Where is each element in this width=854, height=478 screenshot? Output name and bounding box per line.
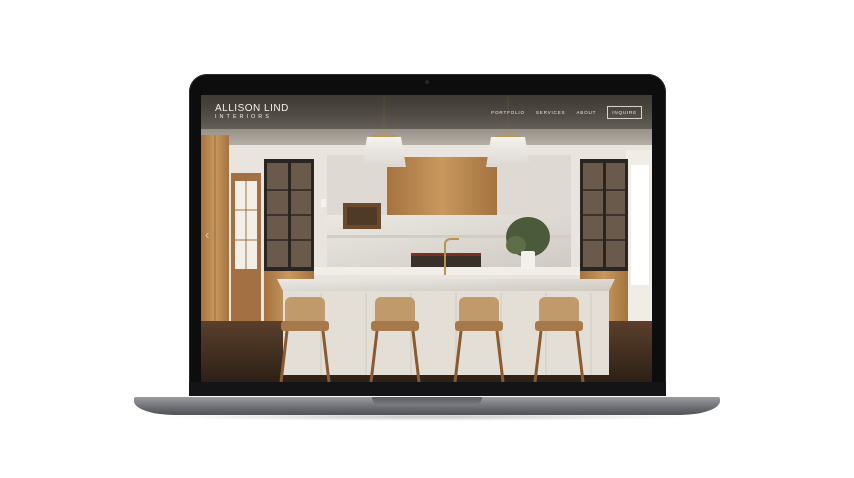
screen-bezel-bottom — [189, 382, 666, 396]
logo-sub-text: INTERIORS — [215, 113, 272, 120]
nav-link-services[interactable]: SERVICES — [536, 110, 566, 115]
logo-main-text: ALLISON LIND — [215, 102, 289, 114]
laptop-mockup: ALLISON LIND INTERIORS PORTFOLIO SERVICE… — [0, 0, 854, 478]
laptop-screen: ALLISON LIND INTERIORS PORTFOLIO SERVICE… — [201, 95, 652, 382]
nav-link-about[interactable]: ABOUT — [576, 110, 596, 115]
main-nav: PORTFOLIO SERVICES ABOUT INQUIRE — [491, 105, 642, 119]
kitchen-hero-image — [201, 95, 652, 382]
site-logo[interactable]: ALLISON LIND INTERIORS — [215, 102, 289, 121]
nav-link-portfolio[interactable]: PORTFOLIO — [491, 110, 525, 115]
inquire-button[interactable]: INQUIRE — [607, 105, 642, 119]
chevron-right-icon[interactable]: › — [644, 227, 648, 242]
laptop-lid: ALLISON LIND INTERIORS PORTFOLIO SERVICE… — [189, 74, 666, 396]
site-header: ALLISON LIND INTERIORS PORTFOLIO SERVICE… — [201, 95, 652, 129]
webcam — [425, 80, 429, 84]
laptop-opening-notch — [372, 397, 482, 406]
chevron-left-icon[interactable]: ‹ — [205, 227, 209, 242]
